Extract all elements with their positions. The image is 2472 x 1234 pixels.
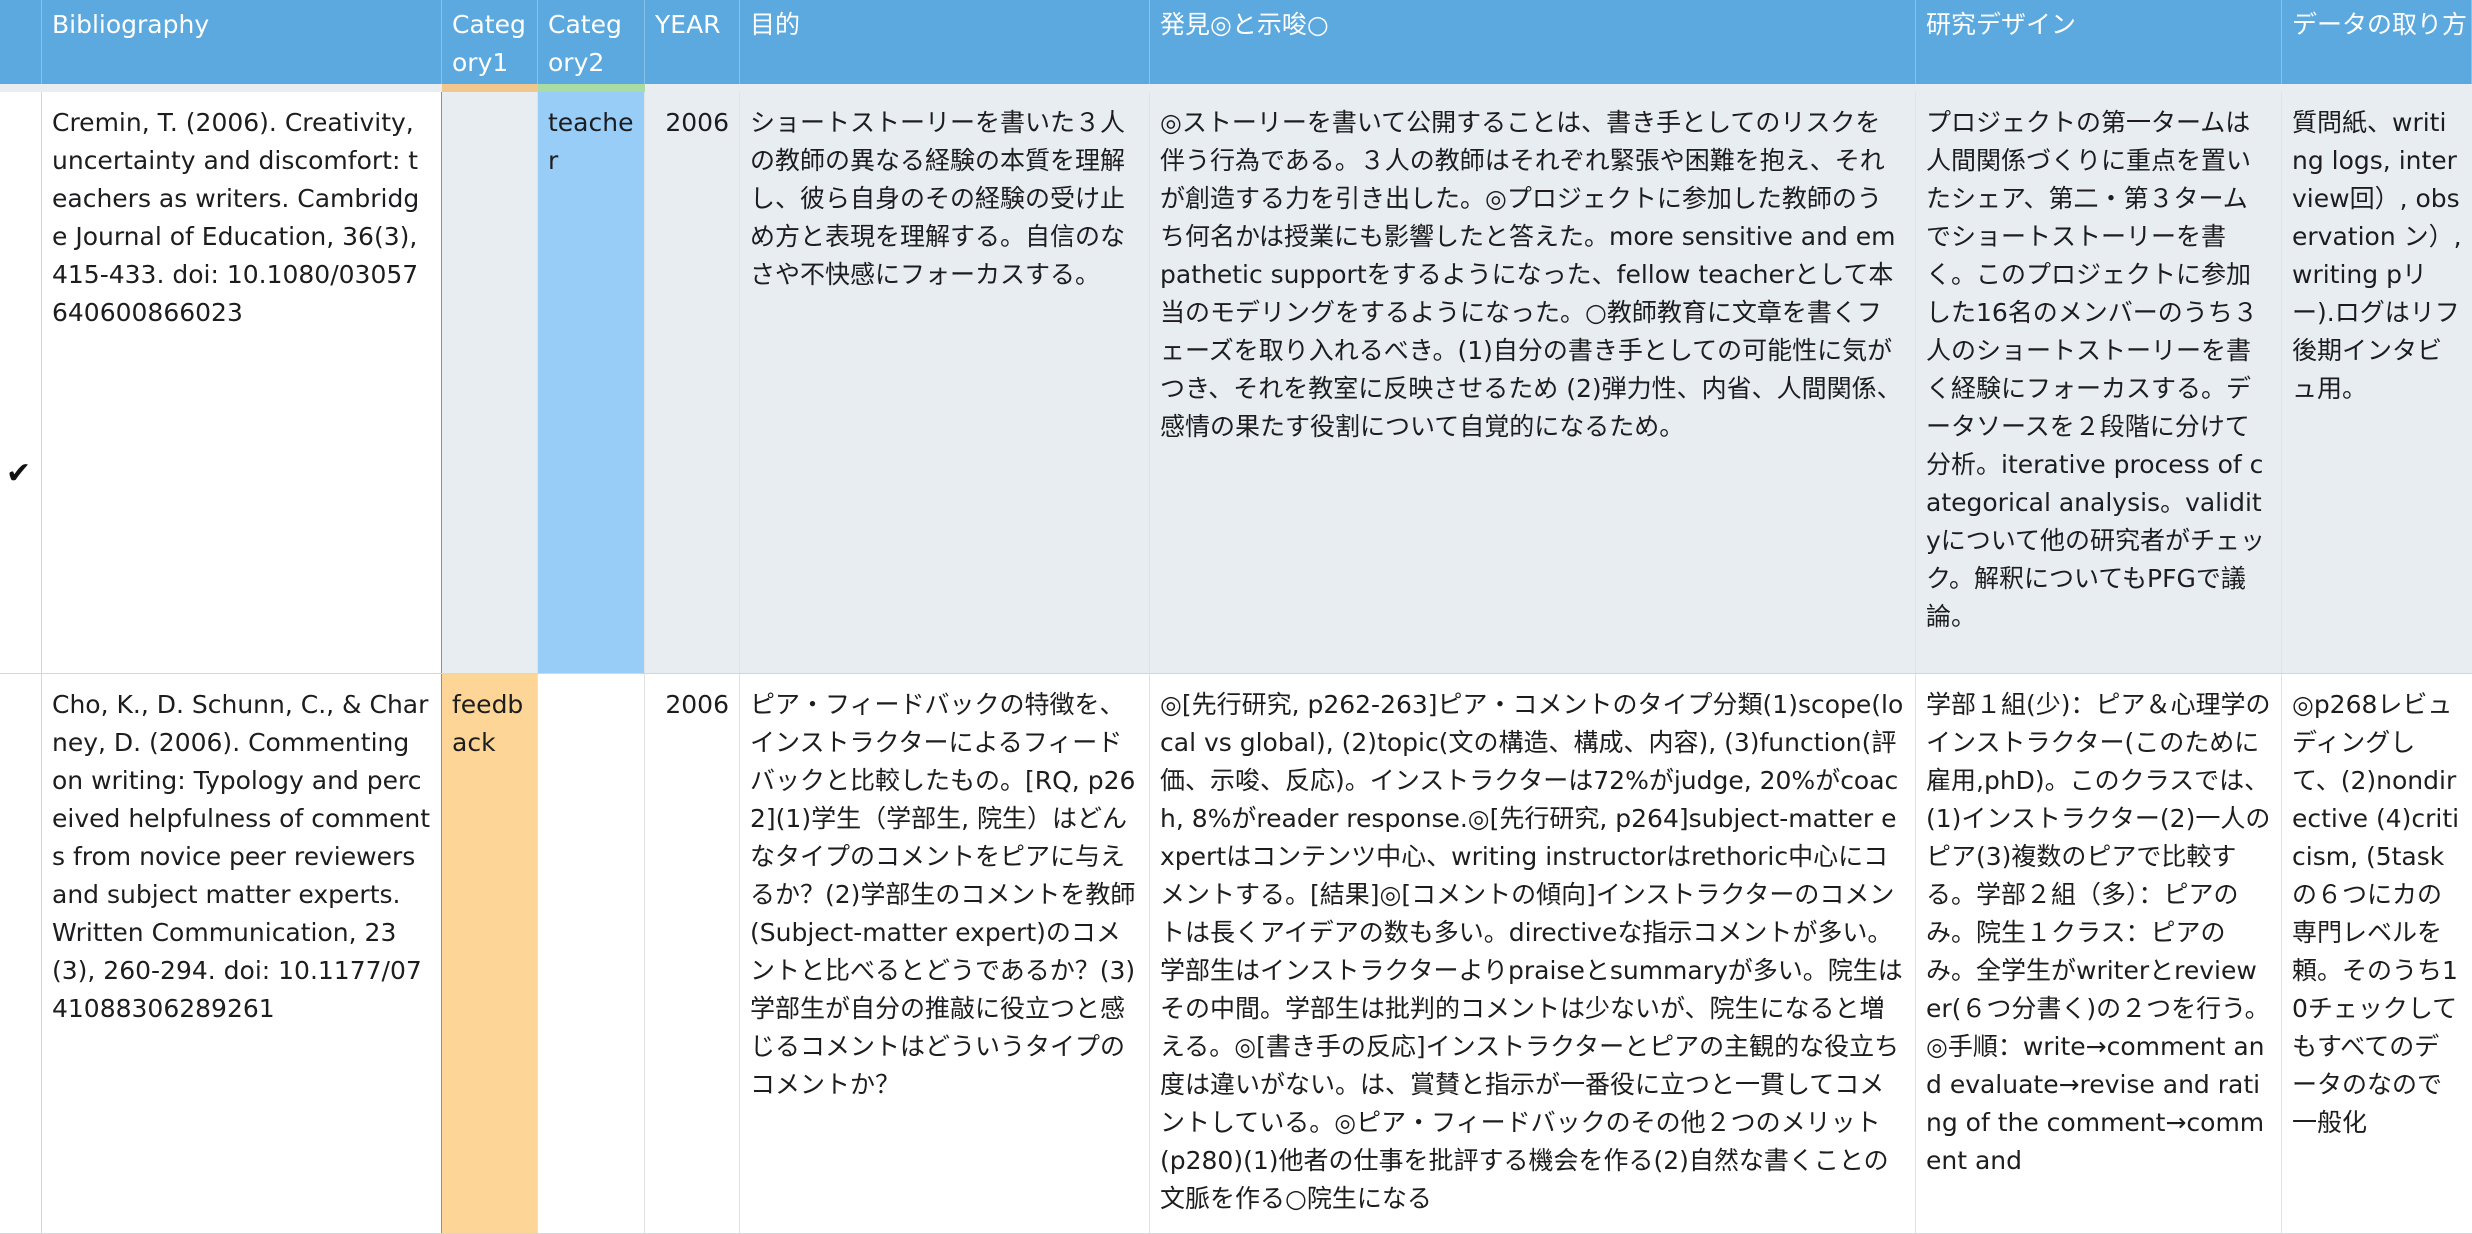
category2-cell[interactable]: teacher bbox=[538, 92, 645, 673]
bibliography-cell[interactable]: Cho, K., D. Schunn, C., & Charney, D. (2… bbox=[42, 674, 442, 1233]
category2-cell[interactable] bbox=[538, 674, 645, 1233]
table-row[interactable]: Cho, K., D. Schunn, C., & Charney, D. (2… bbox=[0, 674, 2472, 1234]
year-cell[interactable]: 2006 bbox=[645, 92, 740, 673]
column-header-year[interactable]: YEAR bbox=[645, 0, 740, 84]
findings-cell[interactable]: ◎ストーリーを書いて公開することは、書き手としてのリスクを伴う行為である。３人の… bbox=[1150, 92, 1916, 673]
data-collection-cell[interactable]: 質問紙、writing logs, interview回）, observati… bbox=[2282, 92, 2472, 673]
checkmark-icon: ✔ bbox=[6, 456, 32, 491]
data-collection-cell[interactable]: ◎p268レビュディングして、(2)nondirective (4)critic… bbox=[2282, 674, 2472, 1233]
purpose-cell[interactable]: ショートストーリーを書いた３人の教師の異なる経験の本質を理解し、彼ら自身のその経… bbox=[740, 92, 1150, 673]
column-header-design[interactable]: 研究デザイン bbox=[1916, 0, 2282, 84]
purpose-cell[interactable]: ピア・フィードバックの特徴を、インストラクターによるフィードバックと比較したもの… bbox=[740, 674, 1150, 1233]
column-header-purpose[interactable]: 目的 bbox=[740, 0, 1150, 84]
design-cell[interactable]: プロジェクトの第一タームは人間関係づくりに重点を置いたシェア、第二・第３タームで… bbox=[1916, 92, 2282, 673]
category1-strip bbox=[442, 84, 538, 92]
year-cell[interactable]: 2006 bbox=[645, 674, 740, 1233]
category2-strip bbox=[538, 84, 645, 92]
column-header-data[interactable]: データの取り方 bbox=[2282, 0, 2472, 84]
column-header-category1[interactable]: Category1 bbox=[442, 0, 538, 84]
table-header: Bibliography Category1 Category2 YEAR 目的… bbox=[0, 0, 2472, 87]
column-header-bibliography[interactable]: Bibliography bbox=[42, 0, 442, 84]
row-check-cell[interactable]: ✔ bbox=[0, 92, 42, 673]
category1-cell[interactable]: feedback bbox=[442, 674, 538, 1233]
column-header-category2[interactable]: Category2 bbox=[538, 0, 645, 84]
column-header-findings[interactable]: 発見◎と示唆○ bbox=[1150, 0, 1916, 84]
findings-cell[interactable]: ◎[先行研究, p262-263]ピア・コメントのタイプ分類(1)scope(l… bbox=[1150, 674, 1916, 1233]
bibliography-cell[interactable]: Cremin, T. (2006). Creativity, uncertain… bbox=[42, 92, 442, 673]
table-row[interactable]: ✔ Cremin, T. (2006). Creativity, uncerta… bbox=[0, 92, 2472, 674]
column-header-check[interactable] bbox=[0, 0, 42, 84]
row-check-cell[interactable] bbox=[0, 674, 42, 1233]
category1-cell[interactable] bbox=[442, 92, 538, 673]
design-cell[interactable]: 学部１組(少)：ピア＆心理学のインストラクター(このために雇用,phD)。このク… bbox=[1916, 674, 2282, 1233]
header-strip bbox=[0, 84, 2472, 92]
